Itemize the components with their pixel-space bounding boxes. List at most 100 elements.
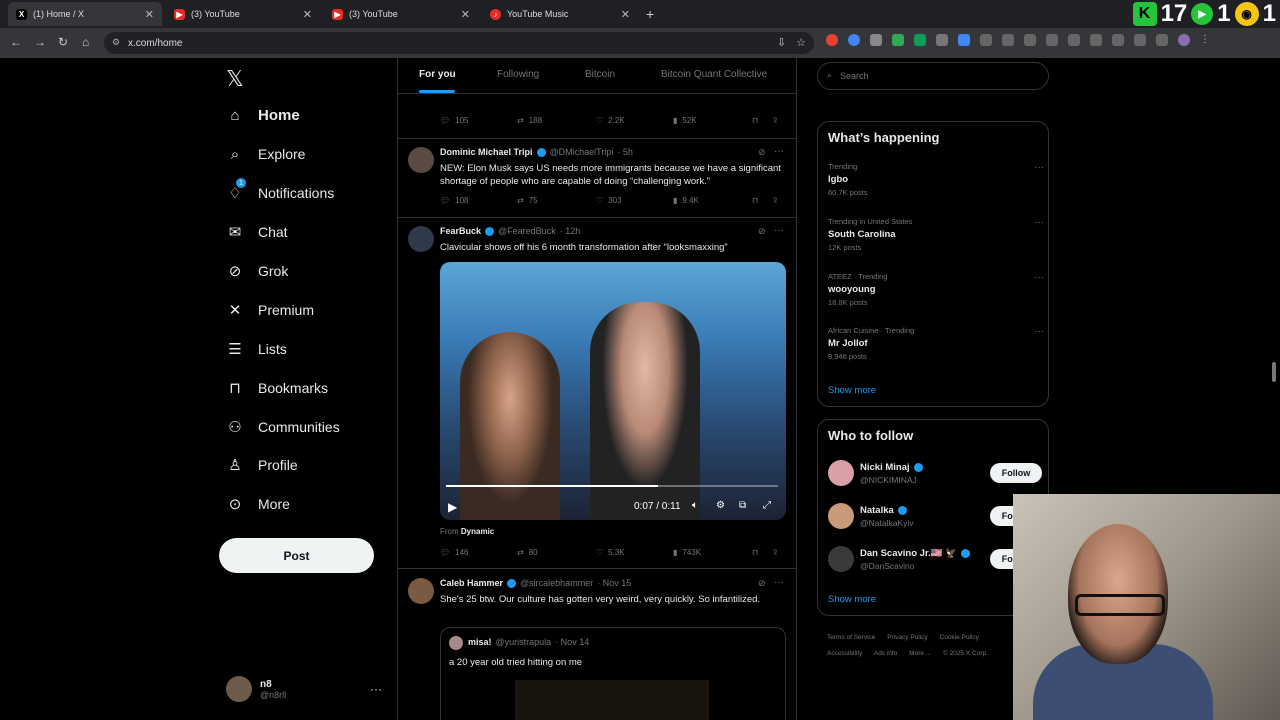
views-button[interactable]: ▮ 9.4K [673, 196, 699, 205]
author-handle[interactable]: @FearedBuck [498, 226, 556, 236]
tweet-menu-icon[interactable]: ··· [774, 577, 784, 588]
browser-tab-x[interactable]: X (1) Home / X ✕ [8, 2, 162, 26]
bookmark-icon[interactable]: ⊓ [752, 116, 758, 125]
post-button[interactable]: Post [219, 538, 374, 573]
close-tab-icon[interactable]: ✕ [303, 8, 312, 21]
share-icon[interactable]: ⇪ [772, 196, 779, 205]
footer-link[interactable]: Terms of Service [827, 634, 875, 641]
grok-explain-icon[interactable]: ⊘ [758, 578, 766, 589]
nav-communities[interactable]: ⚇ Communities [226, 418, 339, 436]
author-name[interactable]: Caleb Hammer [440, 578, 503, 588]
nav-profile[interactable]: ♙ Profile [226, 456, 297, 474]
tweet-menu-icon[interactable]: ··· [774, 146, 784, 157]
account-more-icon[interactable]: ··· [370, 682, 382, 696]
volume-icon[interactable]: 🔈︎ [692, 500, 698, 511]
tab-following[interactable]: Following [497, 69, 539, 80]
settings-icon[interactable]: ⚙ [716, 500, 725, 511]
quoted-tweet[interactable]: misa! @yuristrapula · Nov 14 a 20 year o… [440, 627, 786, 720]
author-handle[interactable]: @sircalebhammer [520, 578, 593, 588]
nav-bookmarks[interactable]: ⊓ Bookmarks [226, 379, 328, 397]
tab-for-you[interactable]: For you [419, 69, 456, 80]
nav-premium[interactable]: ✕ Premium [226, 301, 314, 319]
picture-in-picture-icon[interactable]: ⧉ [739, 500, 746, 511]
tweet-time[interactable]: · Nov 15 [597, 578, 631, 588]
address-bar[interactable]: ⚙ x.com/home ⇩ ☆ [104, 32, 814, 54]
profile-avatar-icon[interactable] [1178, 34, 1190, 46]
kebab-menu-icon[interactable]: ⋮ [1200, 34, 1212, 46]
close-tab-icon[interactable]: ✕ [621, 8, 630, 21]
follow-suggestion[interactable]: Dan Scavino Jr.🇺🇸 🦅 @DanScavino Follow [828, 546, 1042, 572]
nav-lists[interactable]: ☰ Lists [226, 340, 287, 358]
blue-ext-icon[interactable] [848, 34, 860, 46]
nav-explore[interactable]: ⌕ Explore [226, 145, 306, 163]
trend-item[interactable]: African Cuisine · Trending Mr Jollof 9,9… [828, 326, 1044, 361]
author-name[interactable]: Dominic Michael Tripi [440, 147, 533, 157]
chrome-ext-icon[interactable] [826, 34, 838, 46]
install-icon[interactable]: ⇩ [777, 36, 786, 49]
nav-more[interactable]: ⊙ More [226, 495, 290, 513]
repost-button[interactable]: ⇄ 75 [517, 196, 538, 205]
reply-button[interactable]: 💬︎ 105 [440, 116, 469, 125]
bookmark-icon[interactable]: ⊓ [752, 548, 758, 557]
nav-notifications[interactable]: ♢ 1 Notifications [226, 178, 334, 202]
code-icon[interactable] [1090, 34, 1102, 46]
search-input[interactable]: ⌕ Search [817, 62, 1049, 90]
bookmark-icon[interactable]: ⊓ [752, 196, 758, 205]
trend-menu-icon[interactable]: ··· [1034, 326, 1044, 337]
show-more-link[interactable]: Show more [828, 385, 876, 396]
reload-icon[interactable]: ↻ [58, 35, 68, 49]
ext-icon[interactable] [958, 34, 970, 46]
trend-menu-icon[interactable]: ··· [1034, 272, 1044, 283]
footer-link[interactable]: Privacy Policy [887, 634, 927, 641]
tab-bitcoin-quant-collective[interactable]: Bitcoin Quant Collective [661, 69, 767, 80]
trend-item[interactable]: ATEEZ · Trending wooyoung 18.8K posts ··… [828, 272, 1044, 307]
close-tab-icon[interactable]: ✕ [461, 8, 470, 21]
ext-icon[interactable] [936, 34, 948, 46]
nav-chat[interactable]: ✉ Chat [226, 223, 288, 241]
avatar[interactable] [408, 226, 434, 252]
browser-tab-youtube-2[interactable]: ▶ (3) YouTube ✕ [324, 2, 478, 26]
nav-grok[interactable]: ⊘ Grok [226, 262, 289, 280]
nav-home[interactable]: ⌂ Home [226, 106, 299, 124]
from-source[interactable]: Dynamic [461, 527, 494, 536]
follow-button[interactable]: Follow [990, 463, 1042, 483]
puzzle-icon[interactable] [1024, 34, 1036, 46]
ext-icon[interactable] [892, 34, 904, 46]
ext-icon[interactable] [980, 34, 992, 46]
new-tab-icon[interactable]: + [646, 6, 654, 22]
share-icon[interactable]: ⇪ [772, 548, 779, 557]
repost-button[interactable]: ⇄ 188 [517, 116, 542, 125]
ext-icon[interactable] [870, 34, 882, 46]
ext-icon[interactable] [1134, 34, 1146, 46]
browser-tab-youtube-music[interactable]: ♪ YouTube Music ✕ [482, 2, 638, 26]
fullscreen-icon[interactable]: ⤢ [763, 500, 771, 511]
sidebar-icon[interactable] [1112, 34, 1124, 46]
trend-menu-icon[interactable]: ··· [1034, 217, 1044, 228]
home-browser-icon[interactable]: ⌂ [82, 35, 89, 49]
footer-link[interactable]: Cookie Policy [940, 634, 979, 641]
video-progress-bar[interactable] [446, 485, 778, 487]
scrollbar-thumb[interactable] [1272, 362, 1276, 382]
page-scrollbar[interactable] [1270, 60, 1278, 720]
trend-menu-icon[interactable]: ··· [1034, 162, 1044, 173]
trend-item[interactable]: Trending in United States South Carolina… [828, 217, 1044, 252]
author-name[interactable]: FearBuck [440, 226, 481, 236]
forward-icon[interactable]: → [34, 35, 46, 49]
avatar[interactable] [408, 147, 434, 173]
browser-tab-youtube-1[interactable]: ▶ (3) YouTube ✕ [166, 2, 320, 26]
trend-item[interactable]: Trending Igbo 60.7K posts ··· [828, 162, 1044, 197]
like-button[interactable]: ♡ 303 [596, 196, 622, 205]
account-switcher[interactable]: n8 @n8rll [226, 676, 286, 702]
like-button[interactable]: ♡ 5.3K [596, 548, 625, 557]
author-handle[interactable]: @DMichaelTripi [550, 147, 614, 157]
ext-icon[interactable] [914, 34, 926, 46]
avatar[interactable] [408, 578, 434, 604]
star-icon[interactable]: ☆ [796, 36, 806, 49]
reply-button[interactable]: 💬︎ 108 [440, 196, 469, 205]
share-icon[interactable]: ⇪ [772, 116, 779, 125]
views-button[interactable]: ▮ 743K [673, 548, 701, 557]
site-info-icon[interactable]: ⚙ [112, 37, 120, 48]
video-player[interactable]: ▶ 0:07 / 0:11 🔈︎ ⚙ ⧉ ⤢ [440, 262, 786, 520]
reply-button[interactable]: 💬︎ 146 [440, 548, 469, 557]
menu-icon[interactable] [1156, 34, 1168, 46]
